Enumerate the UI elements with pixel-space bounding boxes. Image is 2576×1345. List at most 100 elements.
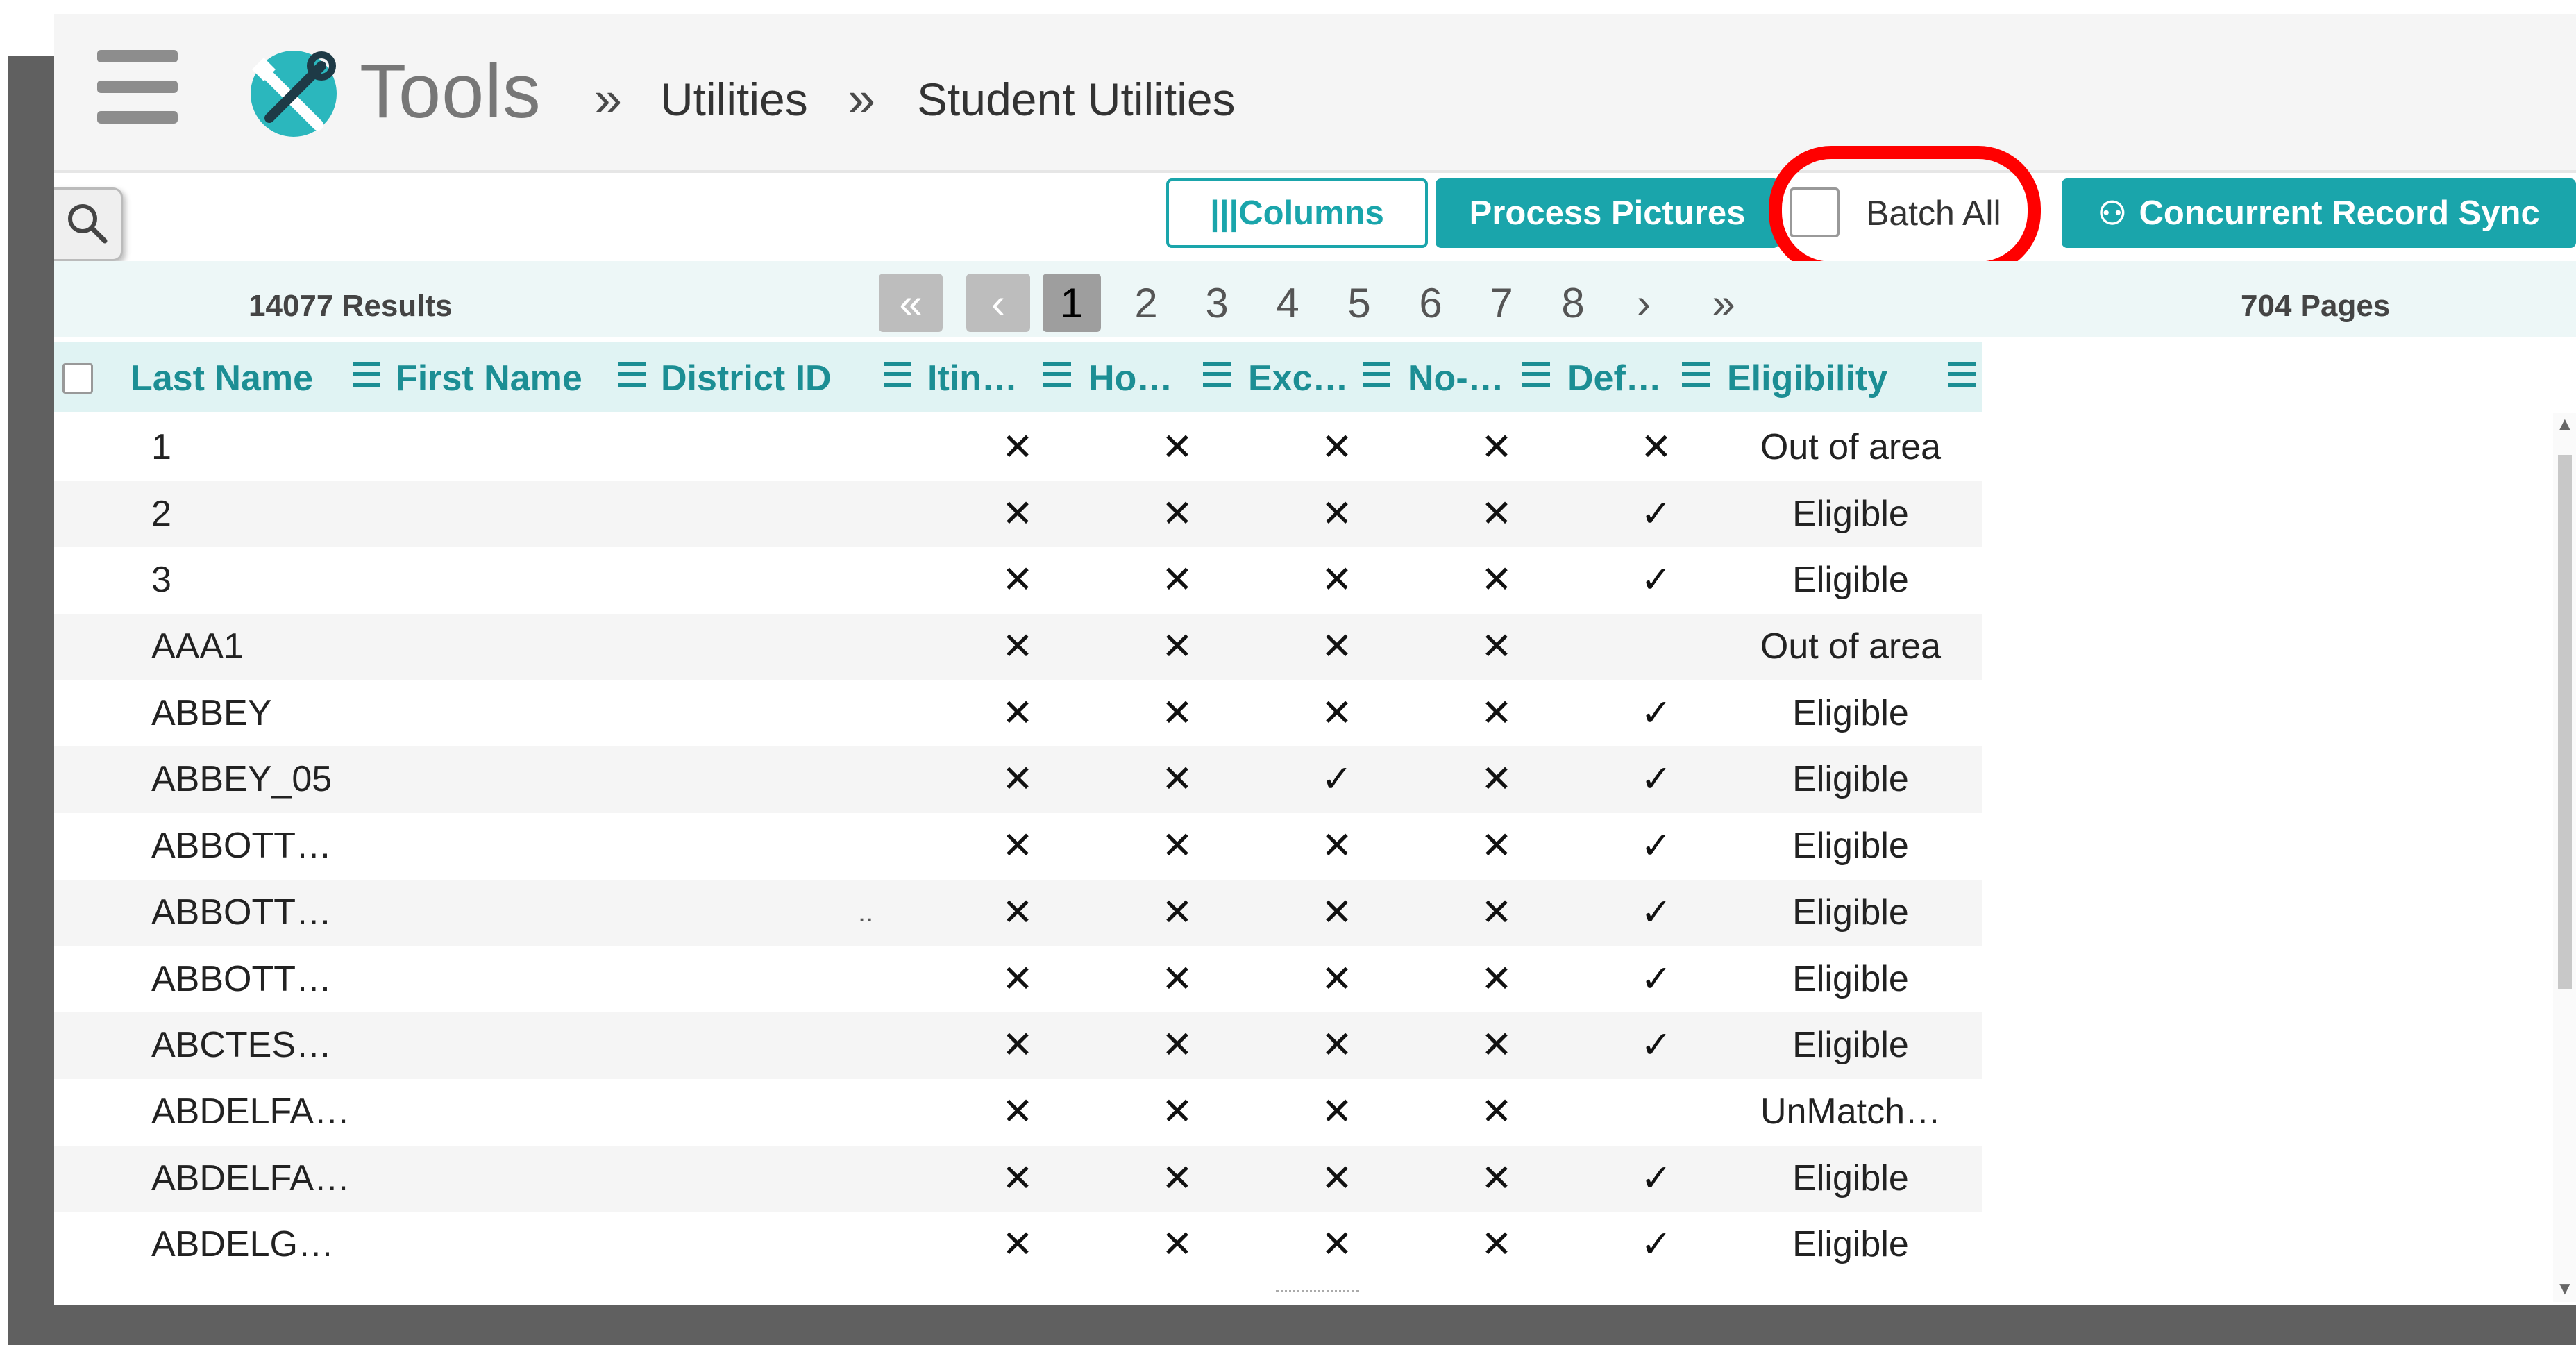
check-icon: ✓	[1640, 492, 1672, 535]
column-menu-icon[interactable]	[1043, 359, 1071, 390]
search-button[interactable]	[54, 187, 123, 261]
column-header-no[interactable]: No-…	[1408, 358, 1504, 399]
x-icon: ✕	[1321, 692, 1353, 734]
column-menu-icon[interactable]	[1363, 359, 1390, 390]
check-icon: ✓	[1640, 958, 1672, 1000]
column-menu-icon[interactable]	[1682, 359, 1710, 390]
scroll-down-arrow-icon[interactable]: ▼	[2556, 1278, 2574, 1299]
x-icon: ✕	[1161, 692, 1193, 734]
cell-last-name: ABDELFA…	[151, 1158, 351, 1198]
cell-eligibility: Eligible	[1792, 1224, 1909, 1265]
column-header-eligibility[interactable]: Eligibility	[1727, 358, 1887, 399]
x-icon: ✕	[1002, 692, 1034, 734]
cell-last-name: ABBOTT…	[151, 892, 332, 933]
prev-page-button[interactable]: ‹	[966, 274, 1030, 332]
x-icon: ✕	[1481, 1024, 1513, 1067]
cell-eligibility: Eligible	[1792, 958, 1909, 999]
table-row[interactable]: ABDELG… ✕ ✕ ✕ ✕ ✓ Eligible	[54, 1212, 1982, 1278]
select-all-checkbox[interactable]	[62, 363, 93, 394]
column-menu-icon[interactable]	[1522, 359, 1550, 390]
check-icon: ✓	[1640, 692, 1672, 734]
table-body: 1 ✕ ✕ ✕ ✕ ✕ Out of area 2 ✕ ✕ ✕ ✕ ✓ Eligible 3 ✕ ✕ ✕ ✕ ✓ Eli…	[54, 415, 1982, 1278]
page-8-button[interactable]: 8	[1556, 274, 1590, 332]
hamburger-icon[interactable]	[97, 50, 178, 126]
column-header-district-id[interactable]: District ID	[661, 358, 832, 399]
breadcrumb-utilities[interactable]: Utilities	[660, 73, 808, 126]
column-menu-icon[interactable]	[1948, 359, 1976, 390]
column-header-itinerant[interactable]: Itin…	[927, 358, 1018, 399]
scroll-up-arrow-icon[interactable]: ▲	[2556, 413, 2574, 435]
page-4-button[interactable]: 4	[1270, 274, 1305, 332]
x-icon: ✕	[1481, 559, 1513, 601]
page-7-button[interactable]: 7	[1484, 274, 1519, 332]
column-menu-icon[interactable]	[618, 359, 646, 390]
check-icon: ✓	[1640, 891, 1672, 933]
last-page-button[interactable]: »	[1699, 274, 1748, 332]
column-header-def[interactable]: Def…	[1567, 358, 1662, 399]
cell-eligibility: Eligible	[1792, 892, 1909, 933]
app-header: Tools » Utilities » Student Utilities	[54, 14, 2576, 173]
column-menu-icon[interactable]	[353, 359, 380, 390]
check-icon: ✓	[1640, 559, 1672, 601]
table-row[interactable]: ABDELFA… ✕ ✕ ✕ ✕ ✓ Eligible	[54, 1145, 1982, 1212]
page-6-button[interactable]: 6	[1413, 274, 1448, 332]
cell-eligibility: Eligible	[1792, 1025, 1909, 1066]
x-icon: ✕	[1481, 1090, 1513, 1133]
table-row[interactable]: 2 ✕ ✕ ✕ ✕ ✓ Eligible	[54, 481, 1982, 548]
resize-grip[interactable]	[1276, 1290, 1359, 1296]
column-header-last-name[interactable]: Last Name	[131, 358, 313, 399]
page-3-button[interactable]: 3	[1199, 274, 1234, 332]
table-row[interactable]: ABCTES… ✕ ✕ ✕ ✕ ✓ Eligible	[54, 1012, 1982, 1079]
x-icon: ✕	[1481, 825, 1513, 867]
x-icon: ✕	[1002, 958, 1034, 1000]
x-icon: ✕	[1481, 1223, 1513, 1266]
x-icon: ✕	[1161, 1090, 1193, 1133]
process-pictures-button[interactable]: Process Pictures	[1436, 178, 1779, 248]
table-row[interactable]: ABBOTT….. ✕ ✕ ✕ ✕ ✓ Eligible	[54, 879, 1982, 946]
table-row[interactable]: ABBEY ✕ ✕ ✕ ✕ ✓ Eligible	[54, 680, 1982, 747]
column-header-exc[interactable]: Exc…	[1248, 358, 1349, 399]
x-icon: ✕	[1321, 1024, 1353, 1067]
x-icon: ✕	[1640, 426, 1672, 468]
x-icon: ✕	[1161, 891, 1193, 933]
search-icon	[68, 204, 108, 244]
column-header-ho[interactable]: Ho…	[1088, 358, 1172, 399]
x-icon: ✕	[1161, 758, 1193, 801]
table-row[interactable]: ABBOTT… ✕ ✕ ✕ ✕ ✓ Eligible	[54, 813, 1982, 880]
cell-last-name: 2	[151, 493, 171, 534]
cell-last-name: AAA1	[151, 626, 244, 667]
page-5-button[interactable]: 5	[1342, 274, 1377, 332]
x-icon: ✕	[1321, 825, 1353, 867]
x-icon: ✕	[1321, 1157, 1353, 1199]
table-row[interactable]: AAA1 ✕ ✕ ✕ ✕ Out of area	[54, 614, 1982, 680]
vertical-scrollbar[interactable]: ▲ ▼	[2553, 413, 2576, 1302]
x-icon: ✕	[1002, 1024, 1034, 1067]
concurrent-record-sync-button[interactable]: ⚇ Concurrent Record Sync	[2062, 178, 2576, 248]
cell-last-name: ABDELFA…	[151, 1091, 351, 1132]
app-brand: Tools	[360, 49, 541, 134]
column-header-first-name[interactable]: First Name	[396, 358, 582, 399]
table-row[interactable]: 1 ✕ ✕ ✕ ✕ ✕ Out of area	[54, 415, 1982, 481]
column-menu-icon[interactable]	[1203, 359, 1231, 390]
column-menu-icon[interactable]	[884, 359, 911, 390]
table-row[interactable]: ABDELFA… ✕ ✕ ✕ ✕ UnMatch…	[54, 1079, 1982, 1146]
x-icon: ✕	[1161, 1024, 1193, 1067]
x-icon: ✕	[1161, 958, 1193, 1000]
page-2-button[interactable]: 2	[1129, 274, 1163, 332]
table-row[interactable]: 3 ✕ ✕ ✕ ✕ ✓ Eligible	[54, 547, 1982, 614]
x-icon: ✕	[1321, 958, 1353, 1000]
x-icon: ✕	[1002, 1157, 1034, 1199]
check-icon: ✓	[1321, 758, 1353, 801]
highlight-circle	[1769, 146, 2041, 275]
first-page-button[interactable]: «	[879, 274, 943, 332]
cell-last-name: ABBOTT…	[151, 958, 332, 999]
columns-button[interactable]: |||Columns	[1166, 178, 1428, 248]
table-row[interactable]: ABBOTT… ✕ ✕ ✕ ✕ ✓ Eligible	[54, 946, 1982, 1013]
scrollbar-thumb[interactable]	[2558, 455, 2572, 989]
next-page-button[interactable]: ›	[1626, 274, 1661, 332]
check-icon: ✓	[1640, 1223, 1672, 1266]
cell-last-name: ABBOTT…	[151, 826, 332, 867]
page-1-button[interactable]: 1	[1043, 274, 1101, 332]
concurrent-record-sync-label: Concurrent Record Sync	[2139, 194, 2540, 232]
table-row[interactable]: ABBEY_05 ✕ ✕ ✓ ✕ ✓ Eligible	[54, 746, 1982, 814]
